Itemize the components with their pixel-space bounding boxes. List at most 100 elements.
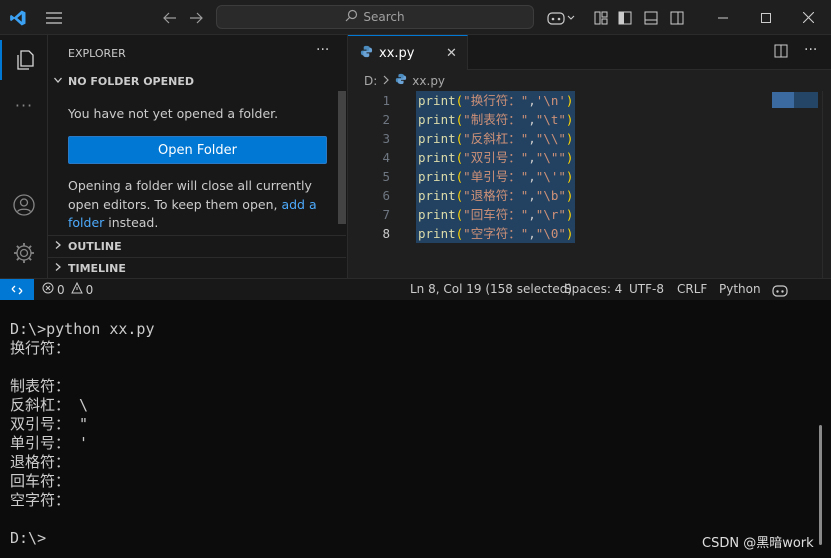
remote-indicator-icon[interactable] (0, 279, 34, 301)
line-number: 7 (382, 207, 390, 222)
code-line: 7 print("回车符：","\r") (348, 205, 778, 224)
explorer-title: EXPLORER (68, 47, 126, 60)
terminal-line: 空字符： (10, 491, 71, 509)
vscode-logo-icon (6, 0, 30, 35)
chevron-right-icon (382, 74, 390, 88)
no-folder-message: You have not yet opened a folder. (68, 106, 279, 121)
breadcrumb-file[interactable]: xx.py (412, 74, 445, 88)
breadcrumb-root[interactable]: D: (364, 74, 377, 88)
terminal-scrollbar[interactable] (819, 425, 822, 545)
search-label: Search (363, 10, 405, 24)
code-line: 2 print("制表符：","\t") (348, 110, 778, 129)
status-bar: 0 0 Ln 8, Col 19 (158 selected) Spaces: … (0, 278, 831, 301)
editor-more-actions-icon[interactable]: ··· (804, 42, 817, 58)
code-line: 3 print("反斜杠：","\\") (348, 129, 778, 148)
close-icon[interactable] (786, 0, 831, 35)
terminal-line: 退格符： (10, 453, 71, 471)
search-icon (345, 9, 358, 25)
settings-gear-icon[interactable] (0, 233, 48, 273)
terminal-line: 换行符： (10, 339, 71, 357)
open-folder-hint: Opening a folder will close all currentl… (68, 177, 333, 233)
forward-arrow-icon[interactable] (186, 0, 206, 35)
split-editor-icon[interactable] (774, 44, 788, 61)
explorer-sidebar: EXPLORER ··· NO FOLDER OPENED You have n… (48, 35, 348, 278)
explorer-more-actions[interactable]: ··· (316, 42, 329, 58)
explorer-icon[interactable] (0, 40, 48, 80)
copilot-status-icon[interactable] (772, 279, 788, 301)
terminal-line: 单引号： ' (10, 434, 89, 452)
timeline-section-header[interactable]: TIMELINE (48, 257, 346, 279)
chevron-right-icon (48, 262, 68, 275)
terminal-prompt: D:\> (10, 529, 47, 547)
code-text: print("单引号：","\'") (416, 167, 576, 186)
cursor-position[interactable]: Ln 8, Col 19 (158 selected) (410, 279, 572, 301)
breadcrumb: D: xx.py (364, 73, 445, 88)
outline-section-label: OUTLINE (68, 240, 122, 253)
minimap-selection (772, 92, 794, 108)
editor-scrollbar[interactable] (822, 91, 831, 278)
more-views-icon[interactable]: ··· (0, 85, 48, 125)
command-center-search[interactable]: Search (216, 5, 534, 29)
outline-section-header[interactable]: OUTLINE (48, 235, 346, 257)
hint-text-before: Opening a folder will close all currentl… (68, 178, 312, 212)
menu-icon[interactable] (44, 0, 64, 35)
account-icon[interactable] (0, 185, 48, 225)
editor-group: xx.py ✕ ··· D: xx.py 1 print("换行符：",'\n'… (348, 35, 831, 278)
tab-xx-py[interactable]: xx.py ✕ (348, 35, 468, 70)
hint-text-after: instead. (104, 215, 159, 230)
code-text: print("回车符：","\r") (416, 205, 576, 224)
activity-bar: ··· (0, 35, 48, 278)
toggle-secondary-sidebar-icon[interactable] (668, 0, 686, 35)
problems-indicator[interactable]: 0 0 (42, 279, 93, 301)
encoding[interactable]: UTF-8 (629, 279, 664, 301)
no-folder-section-label: NO FOLDER OPENED (68, 74, 194, 88)
code-text: print("空字符：","\0") (416, 224, 576, 243)
minimize-icon[interactable] (700, 0, 746, 35)
code-line: 1 print("换行符：",'\n') (348, 91, 778, 110)
toggle-primary-sidebar-icon[interactable] (616, 0, 634, 35)
code-text: print("换行符：",'\n') (416, 91, 576, 110)
python-file-icon (395, 73, 407, 88)
sidebar-scrollbar[interactable] (338, 91, 346, 224)
end-of-line[interactable]: CRLF (677, 279, 707, 301)
line-number: 6 (382, 188, 390, 203)
warning-icon (70, 280, 83, 301)
line-number: 8 (382, 226, 390, 241)
code-text: print("反斜杠：","\\") (416, 129, 576, 148)
terminal-line: 制表符： (10, 377, 71, 395)
vscode-window: Search ··· EXPLORER ··· NO FOLDER OPENED… (0, 0, 831, 301)
terminal-line: 反斜杠： \ (10, 396, 89, 414)
code-line: 4 print("双引号：","\"") (348, 148, 778, 167)
line-number: 3 (382, 131, 390, 146)
code-text: print("退格符：","\b") (416, 186, 576, 205)
tab-close-icon[interactable]: ✕ (446, 46, 457, 61)
code-text: print("制表符：","\t") (416, 110, 576, 129)
code-line: 8 print("空字符：","\0") (348, 224, 778, 243)
copilot-icon[interactable] (544, 0, 578, 35)
toggle-panel-icon[interactable] (642, 0, 660, 35)
error-count: 0 (57, 282, 65, 297)
error-icon (42, 280, 54, 301)
tab-label: xx.py (379, 45, 415, 61)
line-number: 5 (382, 169, 390, 184)
language-mode[interactable]: Python (719, 279, 761, 301)
line-number: 2 (382, 112, 390, 127)
line-number: 4 (382, 150, 390, 165)
watermark: CSDN @黑暗work (702, 536, 814, 551)
terminal-line: D:\>python xx.py (10, 320, 155, 338)
tab-bar: xx.py ✕ ··· (348, 35, 831, 70)
open-folder-button[interactable]: Open Folder (68, 136, 327, 164)
timeline-section-label: TIMELINE (68, 262, 126, 275)
terminal-line: 回车符： (10, 472, 71, 490)
code-line: 6 print("退格符：","\b") (348, 186, 778, 205)
chevron-down-icon (48, 75, 68, 88)
maximize-icon[interactable] (746, 0, 786, 35)
indentation[interactable]: Spaces: 4 (564, 279, 622, 301)
terminal-window[interactable]: D:\>python xx.py 换行符： 制表符： 反斜杠： \ 双引号： "… (0, 300, 831, 558)
back-arrow-icon[interactable] (160, 0, 180, 35)
terminal-line: 双引号： " (10, 415, 89, 433)
no-folder-section-header[interactable]: NO FOLDER OPENED (48, 70, 346, 92)
python-file-icon (360, 45, 373, 62)
code-line: 5 print("单引号：","\'") (348, 167, 778, 186)
customize-layout-icon[interactable] (592, 0, 610, 35)
